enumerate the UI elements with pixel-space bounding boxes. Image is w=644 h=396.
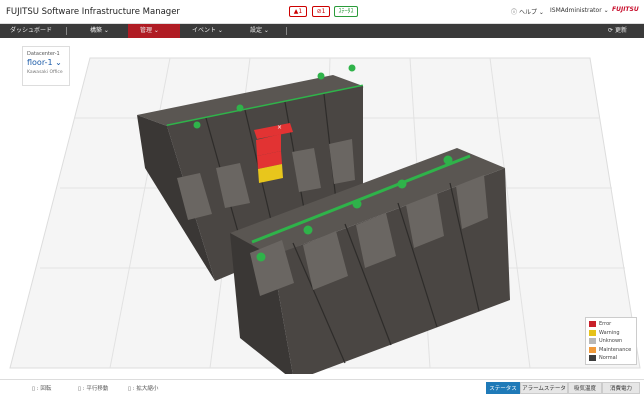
rack-status-ok-icon[interactable] [303, 225, 313, 235]
rack-status-ok-icon[interactable] [352, 199, 362, 209]
nav-divider [286, 27, 287, 35]
zoom-hint: ▯ : 拡大縮小 [128, 386, 159, 392]
status-legend: Error Warning Unknown Maintenance Normal [585, 317, 637, 365]
rack-status-ok-icon[interactable] [236, 104, 244, 112]
mouse-wheel-icon: ▯ [128, 386, 132, 392]
floor-name[interactable]: floor-1 ⌄ [27, 58, 65, 67]
refresh-button[interactable]: ⟳ 更新 [608, 24, 640, 38]
nav-events[interactable]: イベント ⌄ [186, 24, 230, 38]
chevron-down-icon: ⌄ [55, 58, 62, 67]
warning-count-badge[interactable]: ⊘1 [312, 6, 330, 17]
legend-item: Unknown [589, 337, 633, 346]
floor-selector[interactable]: Datacenter-1 floor-1 ⌄ Kawasaki Office [22, 46, 70, 86]
help-icon: ⓘ [511, 9, 518, 16]
mouse-right-icon: ▯ [78, 386, 82, 392]
nav-build[interactable]: 構築 ⌄ [86, 24, 130, 38]
error-count-badge[interactable]: ▲1 [289, 6, 307, 17]
user-menu[interactable]: ISMAdministrator ⌄ [550, 7, 609, 14]
refresh-icon: ⟳ [608, 27, 614, 34]
nav-settings[interactable]: 設定 ⌄ [244, 24, 284, 38]
rack-status-ok-icon[interactable] [348, 64, 356, 72]
floor-3d-view[interactable]: × [0, 38, 644, 374]
tab-alarm-status[interactable]: アラームステータス [520, 382, 568, 394]
legend-item: Warning [589, 329, 633, 338]
rack-status-ok-icon[interactable] [317, 72, 325, 80]
rack-status-ok-icon[interactable] [397, 179, 407, 189]
legend-item: Error [589, 320, 633, 329]
pan-hint: ▯ : 平行移動 [78, 386, 109, 392]
legend-item: Maintenance [589, 346, 633, 355]
datacenter-label: Datacenter-1 [27, 51, 60, 57]
status-badge[interactable]: ｽﾃｰﾀｽ [334, 6, 358, 17]
rack-status-ok-icon[interactable] [443, 155, 453, 165]
mouse-left-icon: ▯ [32, 386, 36, 392]
nav-dashboard[interactable]: ダッシュボード [6, 24, 62, 38]
tab-power-consumption[interactable]: 消費電力 [602, 382, 640, 394]
site-name: Kawasaki Office [27, 70, 63, 75]
top-header: FUJITSU Software Infrastructure Manager … [0, 0, 644, 24]
rack-status-ok-icon[interactable] [193, 121, 201, 129]
tab-intake-temperature[interactable]: 吸気温度 [568, 382, 602, 394]
main-nav: ダッシュボード 構築 ⌄ 管理 ⌄ イベント ⌄ 設定 ⌄ ⟳ 更新 [0, 24, 644, 38]
nav-divider [66, 27, 67, 35]
bottom-toolbar: ▯ : 回転 ▯ : 平行移動 ▯ : 拡大縮小 ステータス アラームステータス… [0, 379, 644, 396]
fujitsu-logo: FUJITSU [612, 6, 639, 13]
tab-status[interactable]: ステータス [486, 382, 520, 394]
help-menu[interactable]: ⓘ ヘルプ ⌄ [511, 7, 544, 16]
app-title: FUJITSU Software Infrastructure Manager [6, 7, 180, 17]
nav-manage[interactable]: 管理 ⌄ [128, 24, 180, 38]
legend-item: Normal [589, 354, 633, 363]
rack-status-ok-icon[interactable] [256, 252, 266, 262]
rotate-hint: ▯ : 回転 [32, 386, 52, 392]
svg-text:×: × [277, 124, 282, 131]
